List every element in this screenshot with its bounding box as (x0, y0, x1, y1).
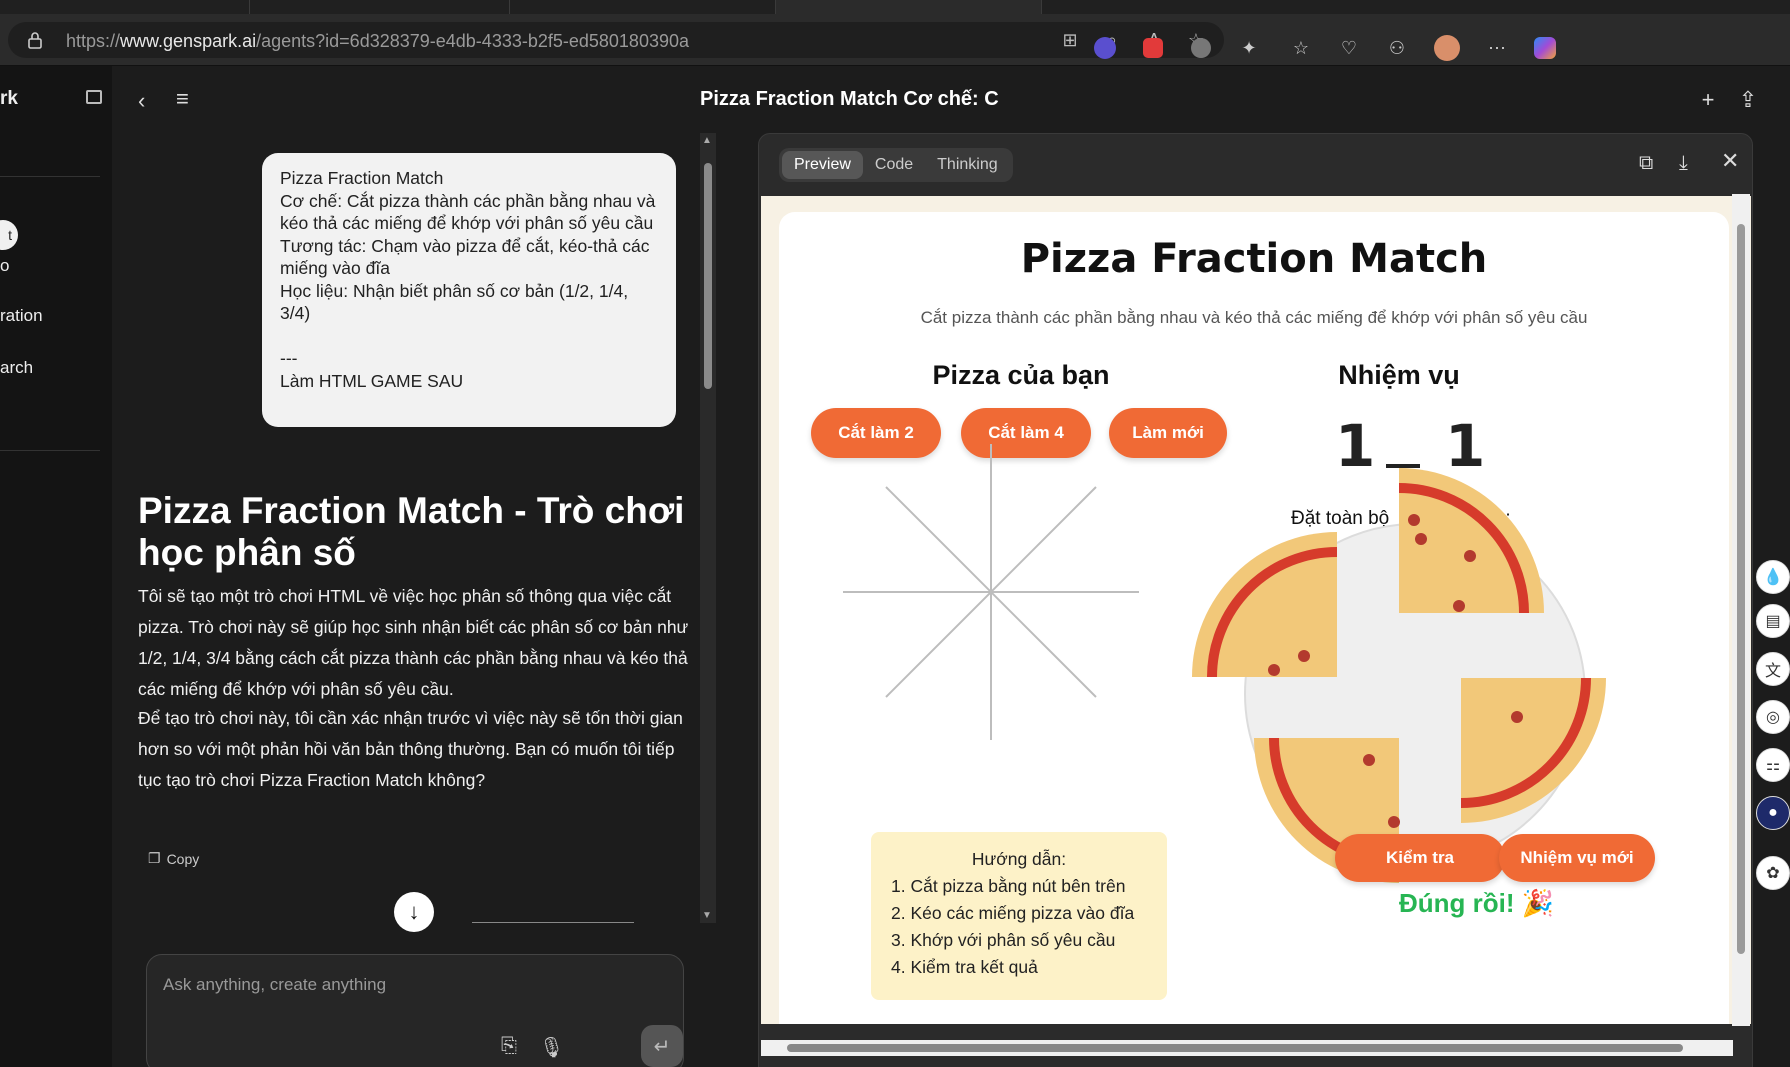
water-drop-icon[interactable]: 💧 (1756, 560, 1790, 594)
chat-scrollbar[interactable]: ▲ ▼ (700, 133, 716, 923)
profile-avatar-icon[interactable] (1434, 35, 1460, 61)
instructions-box: Hướng dẫn: 1. Cắt pizza bằng nút bên trê… (871, 832, 1167, 1000)
copy-button[interactable]: ❐ Copy (148, 850, 199, 867)
copilot-icon[interactable] (1532, 35, 1558, 61)
copy-icon: ❐ (148, 850, 161, 866)
download-icon[interactable]: ⤓ (1679, 152, 1688, 175)
preview-vertical-scrollbar[interactable] (1732, 194, 1750, 1026)
result-message: Đúng rồi! 🎉 (1399, 888, 1555, 918)
brand-name: rk (0, 88, 18, 109)
divider (0, 176, 100, 177)
task-heading: Nhiệm vụ (1338, 360, 1460, 390)
brain-icon[interactable]: ✿ (1756, 856, 1790, 890)
microphone-icon[interactable]: 🎙 (539, 1035, 564, 1060)
pizza-plate-area[interactable] (1183, 468, 1623, 888)
scroll-down-button[interactable]: ↓ (394, 892, 434, 932)
check-button[interactable]: Kiểm tra (1335, 834, 1505, 882)
instruction-item: 1. Cắt pizza bằng nút bên trên (891, 876, 1126, 896)
collections-icon[interactable]: ⚇ (1384, 35, 1410, 61)
pizza-cut-board[interactable] (841, 442, 1141, 742)
chat-panel: ‹ ≡ Pizza Fraction Match Cơ chế: Cắt piz… (112, 66, 718, 1067)
extension-genspark-icon[interactable] (1092, 35, 1118, 61)
app-grid-icon[interactable]: ⊞ (1058, 28, 1082, 52)
user-message-bubble: Pizza Fraction Match Cơ chế: Cắt pizza t… (262, 153, 676, 427)
enter-icon: ↵ (653, 1035, 671, 1058)
browser-essentials-icon[interactable]: ♡ (1336, 35, 1362, 61)
game-title: Pizza Fraction Match (1020, 236, 1488, 282)
more-menu-icon[interactable]: ⋯ (1484, 35, 1510, 61)
chat-input[interactable]: Ask anything, create anything ⎘ 🎙 ↵ (146, 954, 684, 1067)
new-task-button[interactable]: Nhiệm vụ mới (1499, 834, 1655, 882)
translate-icon[interactable]: 文 (1756, 652, 1790, 686)
tab-thinking[interactable]: Thinking (925, 151, 1009, 179)
extensions-puzzle-icon[interactable]: ✦ (1236, 35, 1262, 61)
pizza-slice (1192, 532, 1338, 678)
sidebar-toggle-icon[interactable] (86, 90, 102, 104)
favorites-icon[interactable]: ☆ (1288, 35, 1314, 61)
your-pizza-heading: Pizza của bạn (932, 360, 1110, 390)
input-placeholder: Ask anything, create anything (163, 975, 387, 994)
game-subtitle: Cắt pizza thành các phần bằng nhau và ké… (920, 308, 1588, 327)
extension-grey-icon[interactable] (1188, 35, 1214, 61)
sidebar-item[interactable]: arch (0, 358, 33, 378)
response-paragraph: Để tạo trò chơi này, tôi cần xác nhận tr… (138, 708, 683, 790)
url-text: https://www.genspark.ai/agents?id=6d3283… (66, 31, 689, 51)
address-bar: https://www.genspark.ai/agents?id=6d3283… (0, 14, 1790, 66)
tab-code[interactable]: Code (863, 151, 925, 179)
preview-horizontal-scrollbar[interactable] (761, 1040, 1733, 1056)
browser-tab-strip (0, 0, 1790, 14)
browser-tab[interactable] (0, 0, 250, 14)
instruction-item: 4. Kiểm tra kết quả (891, 957, 1038, 977)
response-title: Pizza Fraction Match - Trò chơi học phân… (138, 490, 685, 573)
divider (472, 922, 634, 923)
preview-panel: Preview Code Thinking ⧉ ⤓ ✕ Pizza Fracti… (758, 133, 1753, 1067)
add-icon[interactable]: + (1694, 86, 1722, 114)
assistant-icon[interactable]: ● (1756, 796, 1790, 830)
user-message-text: Pizza Fraction Match Cơ chế: Cắt pizza t… (280, 168, 656, 391)
target-icon[interactable]: ◎ (1756, 700, 1790, 734)
tab-preview[interactable]: Preview (782, 151, 863, 179)
url-field[interactable]: https://www.genspark.ai/agents?id=6d3283… (8, 22, 1224, 58)
pizza-slice (1460, 677, 1606, 823)
book-icon[interactable]: ▤ (1756, 604, 1790, 638)
response-paragraph: Tôi sẽ tạo một trò chơi HTML về việc học… (138, 586, 689, 699)
lock-icon (28, 32, 42, 49)
extension-red-icon[interactable] (1140, 35, 1166, 61)
document-title: Pizza Fraction Match Cơ chế: C (700, 88, 999, 110)
browser-tab-active[interactable] (776, 0, 1042, 14)
browser-tab[interactable] (250, 0, 510, 14)
close-icon[interactable]: ✕ (1721, 148, 1739, 174)
attachment-icon[interactable]: ⎘ (501, 1035, 517, 1058)
arrow-down-icon: ↓ (408, 899, 420, 924)
sidebar-item[interactable]: ration (0, 306, 43, 326)
sidebar-avatar[interactable]: t (0, 220, 18, 250)
game-card: Pizza Fraction Match Cắt pizza thành các… (779, 212, 1729, 1024)
send-button[interactable]: ↵ (641, 1025, 683, 1067)
back-icon[interactable]: ‹ (138, 88, 145, 114)
app-sidebar: rk t o ration arch (0, 66, 112, 1067)
instruction-item: 3. Khớp với phân số yêu cầu (891, 930, 1116, 950)
share-icon[interactable]: ⇪ (1734, 86, 1762, 114)
sidebar-item[interactable]: o (0, 256, 9, 276)
panel-tabs: Preview Code Thinking (779, 148, 1013, 182)
menu-icon[interactable]: ≡ (176, 86, 189, 112)
divider (0, 450, 100, 451)
browser-tab[interactable] (510, 0, 776, 14)
game-viewport: Pizza Fraction Match Cắt pizza thành các… (761, 196, 1751, 1024)
instruction-item: 2. Kéo các miếng pizza vào đĩa (891, 903, 1135, 923)
open-external-icon[interactable]: ⧉ (1639, 152, 1653, 175)
instructions-title: Hướng dẫn: (971, 849, 1067, 869)
pizza-slice (1398, 468, 1544, 614)
apps-icon[interactable]: ⚏ (1756, 748, 1790, 782)
